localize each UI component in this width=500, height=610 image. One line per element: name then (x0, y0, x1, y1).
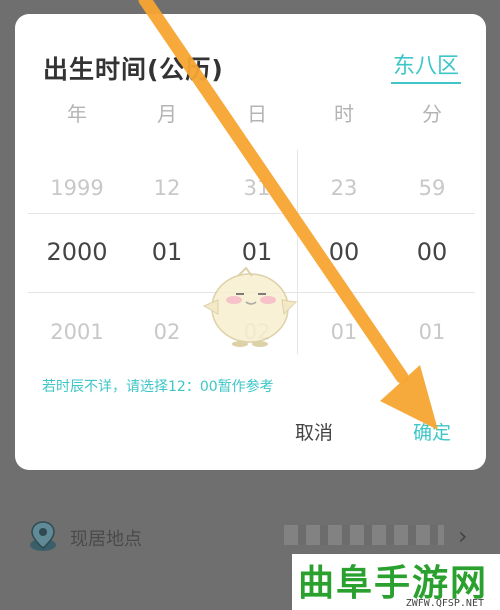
chevron-right-icon: › (458, 522, 468, 550)
confirm-button[interactable]: 确定 (413, 418, 451, 445)
column-header-month: 月 (157, 102, 177, 126)
hour-option-prev[interactable]: 23 (299, 176, 389, 200)
day-option-prev[interactable]: 31 (212, 176, 302, 200)
location-value-blurred (284, 525, 444, 545)
year-option-prev[interactable]: 1999 (32, 176, 122, 200)
column-header-day: 日 (247, 102, 267, 126)
location-pin-icon (30, 521, 56, 551)
mascot-chick-icon (202, 266, 298, 347)
watermark-url: ZWFW.QFSP.NET (405, 598, 484, 609)
site-watermark: 曲阜手游网 ZWFW.QFSP.NET (292, 554, 500, 610)
hour-option-selected[interactable]: 00 (299, 238, 389, 266)
year-option-next[interactable]: 2001 (32, 320, 122, 344)
timezone-selector[interactable]: 东八区 (391, 48, 461, 80)
month-option-prev[interactable]: 12 (122, 176, 212, 200)
hour-option-next[interactable]: 01 (299, 320, 389, 344)
year-option-selected[interactable]: 2000 (32, 238, 122, 266)
minute-option-selected[interactable]: 00 (387, 238, 477, 266)
selection-top-divider (28, 213, 475, 214)
birth-time-dialog: 出生时间(公历) 东八区 年 月 日 时 分 1999 12 31 23 59 … (15, 14, 486, 470)
timezone-underline (391, 82, 461, 84)
hint-text: 若时辰不详，请选择12：00暂作参考 (42, 379, 274, 395)
column-header-minute: 分 (422, 102, 442, 126)
minute-option-prev[interactable]: 59 (387, 176, 477, 200)
location-label: 现居地点 (70, 529, 142, 550)
cancel-button[interactable]: 取消 (295, 418, 333, 445)
dialog-title: 出生时间(公历) (43, 55, 224, 84)
minute-option-next[interactable]: 01 (387, 320, 477, 344)
column-header-hour: 时 (334, 102, 354, 126)
column-header-year: 年 (67, 102, 87, 126)
